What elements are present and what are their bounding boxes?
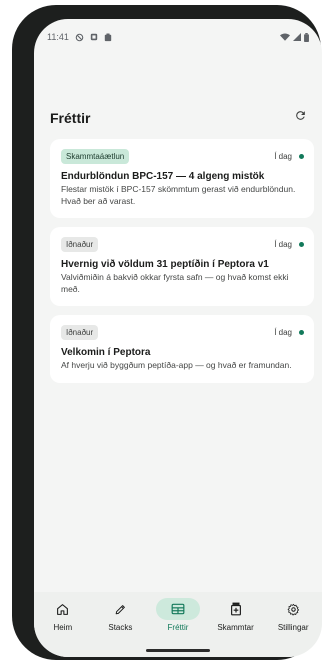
news-summary: Af hverju við byggðum peptíða-app — og h… <box>61 360 292 370</box>
nav-item-home[interactable]: Heim <box>34 598 92 632</box>
unread-dot <box>299 242 304 247</box>
news-card[interactable]: Iðnaður Í dag Velkomin í Peptora Af hver… <box>50 315 314 383</box>
home-icon <box>41 598 85 620</box>
nav-item-settings[interactable]: Stillingar <box>264 598 322 632</box>
unread-dot <box>299 154 304 159</box>
app-bar: Fréttir <box>34 103 322 133</box>
clipboard-icon <box>104 33 112 42</box>
screen: 11:41 Fréttir Skammtaáætlun Í dag Endurb… <box>34 19 322 657</box>
battery-icon <box>304 32 309 42</box>
news-date: Í dag <box>274 152 292 161</box>
news-title: Endurblöndun BPC-157 — 4 algeng mistök <box>61 171 265 182</box>
bottom-navigation: Heim Stacks Fréttir Skammtar Stillingar <box>34 592 322 657</box>
status-bar: 11:41 <box>34 19 322 55</box>
nav-item-doses[interactable]: Skammtar <box>207 598 265 632</box>
nav-item-news[interactable]: Fréttir <box>149 598 207 632</box>
gear-icon <box>271 598 315 620</box>
nav-label: Skammtar <box>217 623 254 632</box>
unread-dot <box>299 330 304 335</box>
notification-icon <box>90 33 98 41</box>
news-summary: Flestar mistök í BPC-157 skömmtum gerast… <box>61 184 296 206</box>
news-title: Velkomin í Peptora <box>61 347 151 358</box>
news-date: Í dag <box>274 240 292 249</box>
news-title: Hvernig við völdum 31 peptíðin í Peptora… <box>61 259 269 270</box>
category-tag: Skammtaáætlun <box>61 149 130 164</box>
do-not-disturb-icon <box>75 33 84 42</box>
signal-icon <box>293 33 301 41</box>
news-card[interactable]: Skammtaáætlun Í dag Endurblöndun BPC-157… <box>50 139 314 218</box>
nav-item-stacks[interactable]: Stacks <box>92 598 150 632</box>
category-tag: Iðnaður <box>61 237 99 252</box>
status-time: 11:41 <box>47 32 69 42</box>
phone-frame: 11:41 Fréttir Skammtaáætlun Í dag Endurb… <box>12 5 322 660</box>
news-summary: Valviðmiðin á bakvið okkar fyrsta safn —… <box>61 272 289 294</box>
category-tag: Iðnaður <box>61 325 99 340</box>
news-date: Í dag <box>274 328 292 337</box>
news-icon <box>155 598 200 620</box>
wifi-icon <box>280 33 290 41</box>
news-card[interactable]: Iðnaður Í dag Hvernig við völdum 31 pept… <box>50 227 314 306</box>
nav-label: Heim <box>53 623 73 632</box>
medication-icon <box>214 598 258 620</box>
nav-label: Fréttir <box>167 623 189 632</box>
refresh-button[interactable] <box>288 106 312 130</box>
nav-label: Stacks <box>108 623 133 632</box>
news-list: Skammtaáætlun Í dag Endurblöndun BPC-157… <box>50 139 314 392</box>
nav-label: Stillingar <box>277 623 309 632</box>
pencil-icon <box>98 598 142 620</box>
refresh-icon <box>294 109 307 127</box>
gesture-handle[interactable] <box>146 649 210 652</box>
page-title: Fréttir <box>50 110 91 126</box>
